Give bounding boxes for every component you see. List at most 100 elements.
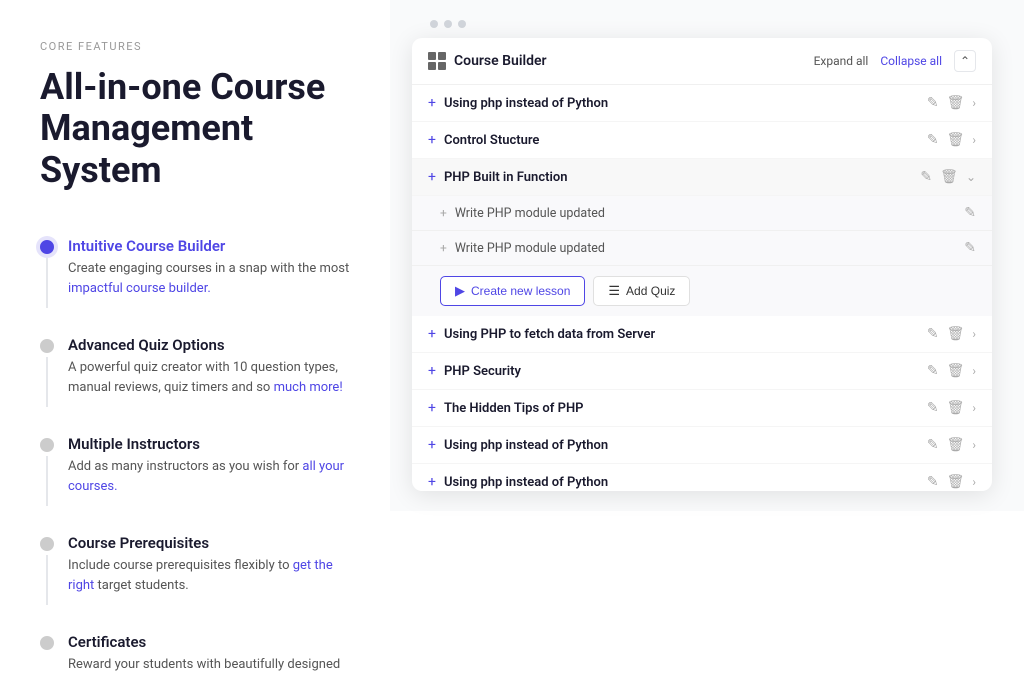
quiz-icon: ☰ xyxy=(608,283,620,299)
feature-dot-4 xyxy=(40,537,54,551)
delete-icon-3[interactable]: 🗑 xyxy=(940,169,958,185)
create-lesson-button[interactable]: ▶ Create new lesson xyxy=(440,276,585,306)
core-features-label: CORE FEATURES xyxy=(40,40,350,53)
feature-item-certificates[interactable]: Certificates Reward your students with b… xyxy=(40,619,350,699)
feature-title-4: Course Prerequisites xyxy=(68,534,350,552)
row-title-6: The Hidden Tips of PHP xyxy=(444,401,919,416)
delete-icon-6[interactable]: 🗑 xyxy=(947,400,965,416)
plus-icon-5: + xyxy=(428,363,436,379)
chevron-right-7[interactable]: › xyxy=(972,438,976,452)
browser-dot-3 xyxy=(458,20,466,28)
feature-content-5: Certificates Reward your students with b… xyxy=(68,633,350,685)
main-title: All-in-one Course Management System xyxy=(40,67,350,191)
sub-edit-icon-2[interactable]: ✎ xyxy=(964,240,976,256)
sub-row-title-1: Write PHP module updated xyxy=(455,206,956,221)
cb-body: + Using php instead of Python ✎ 🗑 › + Co… xyxy=(412,85,992,491)
feature-dot-1 xyxy=(40,240,54,254)
sub-row-actions-1: ✎ xyxy=(964,205,976,221)
edit-icon-3[interactable]: ✎ xyxy=(920,169,932,185)
list-item: + Write PHP module updated ✎ xyxy=(412,196,992,231)
edit-icon-1[interactable]: ✎ xyxy=(927,95,939,111)
chevron-down-3[interactable]: ⌄ xyxy=(966,170,976,184)
table-row: + Using PHP to fetch data from Server ✎ … xyxy=(412,316,992,353)
feature-dot-col-3 xyxy=(40,435,54,506)
row-title-7: Using php instead of Python xyxy=(444,438,919,453)
chevron-right-5[interactable]: › xyxy=(972,364,976,378)
delete-icon-1[interactable]: 🗑 xyxy=(947,95,965,111)
feature-item-quiz[interactable]: Advanced Quiz Options A powerful quiz cr… xyxy=(40,322,350,421)
collapse-all-link[interactable]: Collapse all xyxy=(880,54,942,68)
delete-icon-5[interactable]: 🗑 xyxy=(947,363,965,379)
row-actions-2: ✎ 🗑 › xyxy=(927,132,976,148)
sub-plus-icon-2: + xyxy=(440,241,447,255)
sub-plus-icon-1: + xyxy=(440,206,447,220)
row-title-1: Using php instead of Python xyxy=(444,96,919,111)
feature-desc-highlight-4: get the right xyxy=(68,558,333,593)
row-actions-4: ✎ 🗑 › xyxy=(927,326,976,342)
add-quiz-label: Add Quiz xyxy=(626,284,675,298)
chevron-right-4[interactable]: › xyxy=(972,327,976,341)
lesson-icon: ▶ xyxy=(455,283,465,299)
browser-dot-1 xyxy=(430,20,438,28)
plus-icon-7: + xyxy=(428,437,436,453)
feature-title-2: Advanced Quiz Options xyxy=(68,336,350,354)
sub-row-actions-2: ✎ xyxy=(964,240,976,256)
feature-item-instructors[interactable]: Multiple Instructors Add as many instruc… xyxy=(40,421,350,520)
plus-icon-4: + xyxy=(428,326,436,342)
feature-content-2: Advanced Quiz Options A powerful quiz cr… xyxy=(68,336,350,407)
feature-title-5: Certificates xyxy=(68,633,350,651)
cb-header-right: Expand all Collapse all ⌃ xyxy=(814,50,976,72)
feature-dot-col-5 xyxy=(40,633,54,685)
feature-list: Intuitive Course Builder Create engaging… xyxy=(40,223,350,699)
feature-desc-5: Reward your students with beautifully de… xyxy=(68,655,350,675)
feature-title-1: Intuitive Course Builder xyxy=(68,237,350,255)
feature-dot-col-4 xyxy=(40,534,54,605)
edit-icon-4[interactable]: ✎ xyxy=(927,326,939,342)
collapse-btn[interactable]: ⌃ xyxy=(954,50,976,72)
feature-desc-2: A powerful quiz creator with 10 question… xyxy=(68,358,350,397)
feature-title-3: Multiple Instructors xyxy=(68,435,350,453)
feature-item-prerequisites[interactable]: Course Prerequisites Include course prer… xyxy=(40,520,350,619)
create-lesson-label: Create new lesson xyxy=(471,284,570,298)
row-actions-6: ✎ 🗑 › xyxy=(927,400,976,416)
right-panel: Course Builder Expand all Collapse all ⌃… xyxy=(390,0,1024,511)
delete-icon-8[interactable]: 🗑 xyxy=(947,474,965,490)
plus-icon-8: + xyxy=(428,474,436,490)
plus-icon-6: + xyxy=(428,400,436,416)
cb-header-left: Course Builder xyxy=(428,52,547,70)
feature-item-intuitive[interactable]: Intuitive Course Builder Create engaging… xyxy=(40,223,350,322)
chevron-right-8[interactable]: › xyxy=(972,475,976,489)
feature-desc-highlight-1: impactful course builder. xyxy=(68,281,211,296)
row-actions-1: ✎ 🗑 › xyxy=(927,95,976,111)
edit-icon-8[interactable]: ✎ xyxy=(927,474,939,490)
edit-icon-7[interactable]: ✎ xyxy=(927,437,939,453)
sub-edit-icon-1[interactable]: ✎ xyxy=(964,205,976,221)
table-row: + Control Stucture ✎ 🗑 › xyxy=(412,122,992,159)
expand-all-link[interactable]: Expand all xyxy=(814,54,869,68)
chevron-right-2[interactable]: › xyxy=(972,133,976,147)
chevron-right-1[interactable]: › xyxy=(972,96,976,110)
cb-header: Course Builder Expand all Collapse all ⌃ xyxy=(412,38,992,85)
chevron-right-6[interactable]: › xyxy=(972,401,976,415)
delete-icon-4[interactable]: 🗑 xyxy=(947,326,965,342)
plus-icon-2: + xyxy=(428,132,436,148)
left-panel: CORE FEATURES All-in-one Course Manageme… xyxy=(0,0,390,511)
row-actions-7: ✎ 🗑 › xyxy=(927,437,976,453)
delete-icon-2[interactable]: 🗑 xyxy=(947,132,965,148)
row-title-4: Using PHP to fetch data from Server xyxy=(444,327,919,342)
browser-dots xyxy=(430,20,466,28)
edit-icon-6[interactable]: ✎ xyxy=(927,400,939,416)
grid-icon xyxy=(428,52,446,70)
browser-dot-2 xyxy=(444,20,452,28)
feature-content-1: Intuitive Course Builder Create engaging… xyxy=(68,237,350,308)
feature-dot-col-2 xyxy=(40,336,54,407)
feature-content-3: Multiple Instructors Add as many instruc… xyxy=(68,435,350,506)
delete-icon-7[interactable]: 🗑 xyxy=(947,437,965,453)
edit-icon-2[interactable]: ✎ xyxy=(927,132,939,148)
cb-title: Course Builder xyxy=(454,53,547,69)
feature-line-3 xyxy=(46,456,48,506)
edit-icon-5[interactable]: ✎ xyxy=(927,363,939,379)
add-quiz-button[interactable]: ☰ Add Quiz xyxy=(593,276,690,306)
table-row: + Using php instead of Python ✎ 🗑 › xyxy=(412,427,992,464)
feature-desc-1: Create engaging courses in a snap with t… xyxy=(68,259,350,298)
